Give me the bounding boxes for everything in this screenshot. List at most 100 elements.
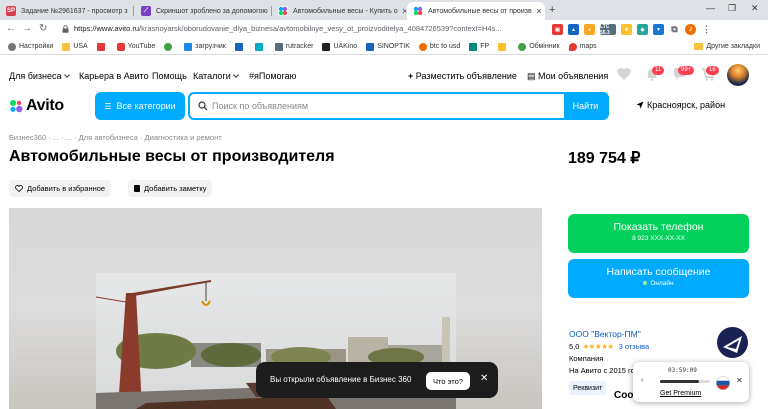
bookmark-youtube[interactable]: YouTube (116, 42, 155, 51)
close-icon[interactable]: ✕ (398, 7, 406, 16)
show-phone-button[interactable]: Показать телефон 8 923 XXX-XX-XX (568, 214, 749, 253)
notifications-badge: 11 (652, 66, 665, 75)
extension-icon[interactable]: ◆ (637, 24, 648, 35)
seller-rating: 5,0 ★★★★★ 3 отзыва (569, 342, 649, 351)
google-icon (418, 42, 427, 51)
minimize-icon[interactable]: — (706, 3, 715, 13)
google-icon (164, 42, 173, 51)
ltc-extension-icon[interactable]: LTC 55.3 (600, 24, 616, 36)
write-message-button[interactable]: Написать сообщение Онлайн (568, 259, 749, 298)
search-button[interactable]: Найти (564, 94, 607, 118)
search-box: Найти (188, 92, 609, 120)
bookmark-uakino[interactable]: UAKino (322, 42, 357, 51)
bookmark-settings[interactable]: Настройки (8, 42, 54, 51)
search-input[interactable] (212, 101, 552, 111)
bookmark-rutracker[interactable]: rutracker (274, 42, 313, 51)
bookmark-fp[interactable]: FP (469, 42, 489, 51)
add-note-button[interactable]: Добавить заметку (128, 180, 213, 197)
other-bookmarks[interactable]: Другие закладки (694, 43, 760, 50)
avito-logo[interactable]: Avito (9, 97, 64, 114)
bookmark-red[interactable] (96, 42, 108, 51)
puzzle-icon[interactable]: ⧉ (669, 24, 680, 35)
bookmark-label: Настройки (19, 43, 54, 50)
seller-name-link[interactable]: ООО "Вектор-ПМ" (569, 329, 641, 339)
youtube-icon (116, 42, 125, 51)
rating-value: 5,0 (569, 342, 580, 351)
tab-favicon-icon: ⟋ (141, 6, 151, 16)
bookmark-exchanger[interactable]: Обмінник (518, 42, 560, 51)
chevron-down-icon (232, 72, 239, 78)
bookmark-maps[interactable]: maps (568, 42, 597, 51)
bookmark-google[interactable] (164, 42, 175, 51)
browser-tab[interactable]: ⟋ Скриншот зроблено за допомогою ✕ (135, 2, 269, 20)
bookmark-vk[interactable] (234, 42, 246, 51)
listing-price: 189 754 ₽ (568, 150, 641, 167)
tab-separator (133, 6, 134, 16)
new-tab-icon[interactable]: + (549, 4, 555, 16)
browser-tab[interactable]: SP Задание №2961637 - просмотр з ✕ (0, 2, 132, 20)
what-is-it-button[interactable]: Что это? (426, 372, 470, 390)
browser-tab[interactable]: Автомобильные весы - Купить о ✕ (272, 2, 406, 20)
close-icon[interactable]: ✕ (736, 376, 743, 385)
reload-icon[interactable]: ↻ (39, 23, 47, 34)
chevron-left-icon[interactable]: ‹ (641, 377, 643, 384)
bookmark-loader[interactable]: загрузчик (184, 42, 226, 51)
close-icon[interactable]: ✕ (480, 373, 488, 384)
bookmark-icon (96, 42, 105, 51)
extension-icon[interactable]: ▼ (653, 24, 664, 35)
location-arrow-icon (636, 101, 644, 109)
search-field[interactable] (190, 94, 566, 118)
bookmark-label: USA (73, 43, 88, 50)
close-window-icon[interactable]: ✕ (751, 3, 759, 14)
get-premium-link[interactable]: Get Premium (660, 390, 701, 397)
nav-help[interactable]: Помощь (152, 71, 187, 81)
bookmark-label: загрузчик (195, 43, 226, 50)
nav-catalogs[interactable]: Каталоги (193, 71, 239, 81)
avito-logo-icon (10, 100, 23, 113)
profile-icon[interactable]: J (685, 24, 696, 35)
my-ads-link[interactable]: ▤ Мои объявления (527, 71, 608, 82)
bookmark-yellow[interactable] (498, 42, 509, 51)
bookmark-sinoptik[interactable]: SINOPTIK (366, 42, 410, 51)
lock-icon[interactable] (62, 25, 69, 33)
seller-avatar[interactable] (717, 327, 748, 358)
bookmark-btc[interactable]: btc to usd (418, 42, 460, 51)
show-phone-label: Показать телефон (613, 221, 704, 233)
browser-tab-active[interactable]: Автомобильные весы от произв ✕ (407, 2, 545, 20)
nav-i-help[interactable]: #яПомогаю (249, 71, 296, 81)
messages-badge: 99+ (678, 66, 695, 75)
extension-icon[interactable]: ▣ (552, 24, 563, 35)
close-icon[interactable]: ✕ (268, 7, 269, 16)
post-ad-link[interactable]: + Разместить объявление (408, 71, 517, 81)
url-field[interactable]: https://www.avito.ru/krasnoyarsk/oborudo… (74, 24, 544, 33)
forward-icon[interactable]: → (22, 23, 32, 34)
user-avatar[interactable] (727, 64, 749, 86)
maximize-icon[interactable]: ❐ (728, 3, 736, 14)
widget-progress (660, 380, 710, 383)
close-icon[interactable]: ✕ (128, 7, 133, 16)
extension-icon[interactable]: ★ (621, 24, 632, 35)
bookmark-usa[interactable]: USA (62, 42, 88, 51)
location-selector[interactable]: Красноярск, район (636, 100, 725, 110)
url-host: https://www.avito.ru (74, 24, 140, 33)
add-to-favorites-button[interactable]: Добавить в избранное (9, 180, 112, 197)
extension-icon[interactable]: ▲ (568, 24, 579, 35)
bookmark-teal[interactable] (254, 42, 266, 51)
close-icon[interactable]: ✕ (532, 7, 543, 16)
reviews-link[interactable]: 3 отзыва (619, 342, 650, 351)
write-message-label: Написать сообщение (606, 266, 711, 278)
note-icon (134, 185, 140, 192)
folder-icon (62, 42, 71, 51)
nav-for-business[interactable]: Для бизнеса (9, 71, 70, 81)
truncated-heading: Соо (614, 390, 634, 401)
extension-icon[interactable]: ● (584, 24, 595, 35)
menu-icon[interactable]: ⋮ (701, 24, 712, 35)
heart-icon[interactable] (616, 66, 632, 82)
russia-flag-icon[interactable] (716, 376, 730, 390)
tab-title: Скриншот зроблено за допомогою (156, 7, 268, 15)
back-icon[interactable]: ← (6, 23, 16, 34)
requisites-badge[interactable]: Реквизит (569, 381, 607, 395)
nav-career[interactable]: Карьера в Авито (79, 71, 149, 81)
all-categories-button[interactable]: ☰ Все категории (95, 92, 185, 120)
breadcrumb[interactable]: Бизнес360 · ... · ... · Для автобизнеса … (9, 133, 222, 142)
